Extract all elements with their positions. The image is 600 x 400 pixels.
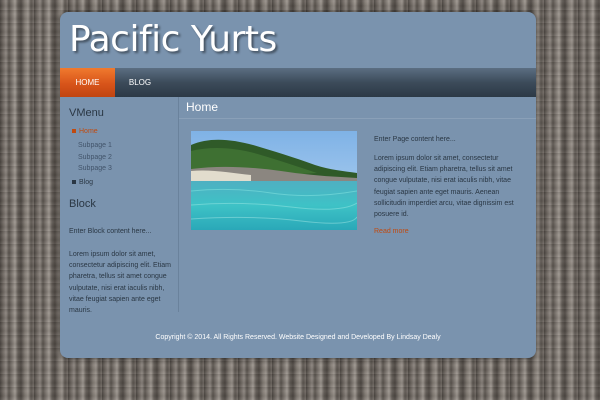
site-title: Pacific Yurts [69, 19, 277, 60]
vmenu-item-label: Blog [79, 179, 94, 186]
header: Pacific Yurts [60, 12, 536, 68]
vmenu-heading: VMenu [69, 107, 104, 119]
nav-home[interactable]: HOME [60, 68, 115, 97]
block-heading: Block [69, 198, 96, 210]
footer-copyright: Copyright © 2014. All Rights Reserved. W… [155, 334, 441, 341]
square-bullet-icon [72, 129, 76, 134]
vmenu-item-subpage-2[interactable]: Subpage 2 [78, 154, 112, 161]
top-nav: HOME BLOG [60, 68, 536, 97]
vmenu-item-subpage-3[interactable]: Subpage 3 [78, 165, 112, 172]
read-more-link[interactable]: Read more [374, 228, 409, 235]
page-container: Pacific Yurts HOME BLOG VMenu Home Subpa… [60, 12, 536, 358]
block-intro: Enter Block content here... [69, 228, 152, 235]
vmenu-item-label: Subpage 3 [78, 165, 112, 172]
content-intro: Enter Page content here... [374, 136, 456, 143]
content-text: Lorem ipsum dolor sit amet, consectetur … [374, 155, 514, 218]
vmenu-item-subpage-1[interactable]: Subpage 1 [78, 142, 112, 149]
page-title: Home [186, 100, 219, 114]
heading-divider [179, 118, 536, 119]
vmenu-item-label: Subpage 2 [78, 154, 112, 161]
vmenu-item-label: Home [79, 128, 98, 135]
beach-photo [191, 131, 357, 230]
block-text: Lorem ipsum dolor sit amet, consectetur … [69, 251, 171, 314]
vmenu-item-home[interactable]: Home [72, 128, 98, 135]
vmenu-item-blog[interactable]: Blog [72, 179, 93, 186]
vmenu-item-label: Subpage 1 [78, 142, 112, 149]
sidebar: VMenu Home Subpage 1 Subpage 2 Subpage 3… [60, 97, 179, 314]
square-bullet-icon [72, 180, 76, 185]
nav-blog[interactable]: BLOG [115, 68, 165, 97]
